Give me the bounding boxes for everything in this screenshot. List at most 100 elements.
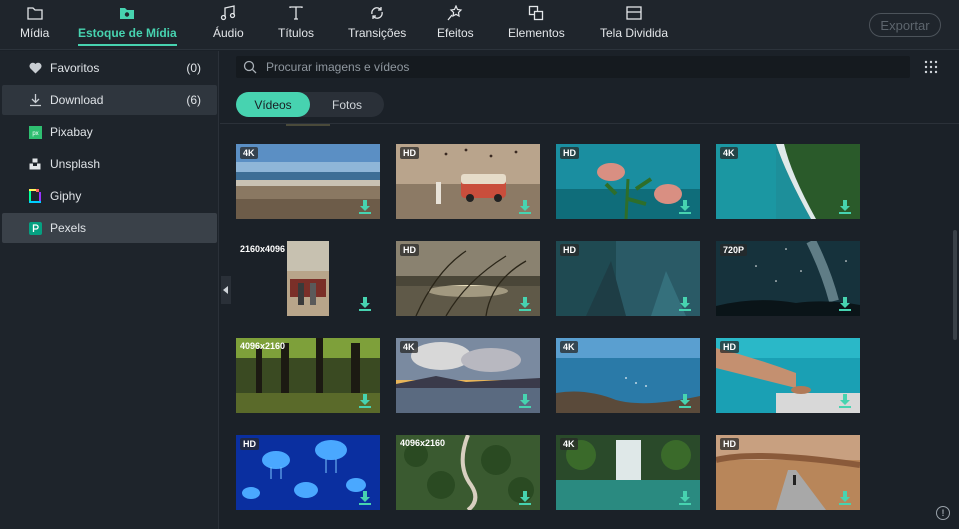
sidebar-item-count: (0) [186, 61, 201, 75]
tab-label: Transições [348, 26, 407, 40]
tab-estoque-de-midia[interactable]: Estoque de Mídia [78, 4, 177, 46]
elements-icon [527, 4, 545, 22]
sidebar-item-label: Favoritos [50, 61, 100, 75]
resolution-badge: HD [560, 147, 579, 159]
download-icon[interactable] [359, 491, 371, 505]
sidebar-item-favoritos[interactable]: Favoritos (0) [2, 53, 217, 83]
sidebar-item-label: Pixabay [50, 125, 93, 139]
search-input[interactable] [266, 58, 886, 76]
resolution-badge: 4K [720, 147, 738, 159]
grid-view-button[interactable] [924, 60, 938, 74]
giphy-icon [28, 189, 42, 203]
media-thumbnail[interactable]: 2160x4096 [236, 241, 380, 316]
stock-media-icon [118, 4, 136, 22]
sidebar-item-label: Download [50, 93, 104, 107]
sidebar-item-label: Pexels [50, 221, 87, 235]
heart-icon [28, 61, 42, 75]
download-icon[interactable] [519, 491, 531, 505]
media-thumbnail[interactable]: 4K [556, 338, 700, 413]
media-thumbnail[interactable]: HD [556, 241, 700, 316]
download-icon[interactable] [519, 200, 531, 214]
media-thumbnail[interactable]: 4K [236, 144, 380, 219]
tab-label: Títulos [278, 26, 315, 40]
download-icon[interactable] [679, 200, 691, 214]
scrollbar[interactable] [953, 230, 957, 340]
download-icon[interactable] [839, 394, 851, 408]
resolution-badge: HD [560, 244, 579, 256]
text-icon [287, 4, 305, 22]
download-icon[interactable] [359, 297, 371, 311]
sidebar-item-unsplash[interactable]: Unsplash [2, 149, 217, 179]
resolution-badge: HD [720, 341, 739, 353]
resolution-badge: 4K [400, 341, 418, 353]
media-thumbnail[interactable]: HD [396, 144, 540, 219]
resolution-badge: HD [400, 244, 419, 256]
download-icon[interactable] [679, 297, 691, 311]
media-thumbnail[interactable]: HD [716, 435, 860, 510]
tab-efeitos[interactable]: Efeitos [437, 4, 474, 40]
sidebar: Favoritos (0) Download (6) px Pixabay Un… [0, 51, 219, 529]
tab-audio[interactable]: Áudio [213, 4, 244, 40]
resolution-badge: 2160x4096 [240, 244, 286, 254]
thumbnail-partial [286, 124, 330, 126]
media-thumbnail[interactable]: 720P [716, 241, 860, 316]
tab-label: Efeitos [437, 26, 474, 40]
resolution-badge: 720P [720, 244, 748, 256]
tab-videos[interactable]: Vídeos [236, 92, 310, 117]
effects-icon [446, 4, 464, 22]
search-icon [243, 60, 257, 79]
sidebar-item-giphy[interactable]: Giphy [2, 181, 217, 211]
resolution-badge: 4096x2160 [400, 438, 446, 448]
media-thumbnail[interactable]: HD [396, 241, 540, 316]
resolution-badge: 4K [560, 341, 578, 353]
folder-icon [26, 4, 44, 22]
media-thumbnail[interactable]: HD [236, 435, 380, 510]
tab-fotos[interactable]: Fotos [310, 92, 384, 117]
download-icon[interactable] [359, 394, 371, 408]
sidebar-item-label: Unsplash [50, 157, 101, 171]
media-thumbnail[interactable]: 4K [396, 338, 540, 413]
split-screen-icon [625, 4, 643, 22]
download-icon[interactable] [839, 491, 851, 505]
media-thumbnail[interactable]: 4K [556, 435, 700, 510]
export-button[interactable]: Exportar [869, 13, 941, 37]
resolution-badge: HD [400, 147, 419, 159]
sidebar-item-pixabay[interactable]: px Pixabay [2, 117, 217, 147]
download-icon[interactable] [839, 297, 851, 311]
sidebar-item-label: Giphy [50, 189, 82, 203]
download-icon[interactable] [839, 200, 851, 214]
download-icon[interactable] [679, 491, 691, 505]
info-icon[interactable]: ! [936, 506, 950, 520]
media-thumbnail[interactable]: 4K [716, 144, 860, 219]
download-icon[interactable] [679, 394, 691, 408]
tab-label: Tela Dividida [600, 26, 669, 40]
tab-titulos[interactable]: Títulos [278, 4, 314, 40]
tab-transicoes[interactable]: Transições [348, 4, 406, 40]
pixabay-icon: px [28, 125, 42, 139]
tab-label: Elementos [508, 26, 565, 40]
download-icon [28, 93, 42, 107]
transitions-icon [368, 4, 386, 22]
resolution-badge: 4K [560, 438, 578, 450]
tab-midia[interactable]: Mídia [20, 4, 49, 40]
resolution-badge: HD [240, 438, 259, 450]
music-note-icon [219, 4, 237, 22]
media-thumbnail[interactable]: HD [716, 338, 860, 413]
media-grid: 4K HD HD 4K 2160x4096 HD HD 720P 4096x2160 4K 4K HD… [220, 124, 950, 529]
tab-elementos[interactable]: Elementos [508, 4, 565, 40]
resolution-badge: 4K [240, 147, 258, 159]
download-icon[interactable] [519, 297, 531, 311]
grid-icon [924, 60, 938, 74]
resolution-badge: 4096x2160 [240, 341, 286, 351]
tab-tela-dividida[interactable]: Tela Dividida [600, 4, 668, 40]
sidebar-item-download[interactable]: Download (6) [2, 85, 217, 115]
sidebar-item-count: (6) [186, 93, 201, 107]
media-thumbnail[interactable]: HD [556, 144, 700, 219]
sidebar-item-pexels[interactable]: Pexels [2, 213, 217, 243]
top-navigation: Mídia Estoque de Mídia Áudio Títulos Tra… [0, 0, 959, 50]
media-thumbnail[interactable]: 4096x2160 [396, 435, 540, 510]
download-icon[interactable] [519, 394, 531, 408]
media-thumbnail[interactable]: 4096x2160 [236, 338, 380, 413]
tab-label: Áudio [213, 26, 244, 40]
download-icon[interactable] [359, 200, 371, 214]
